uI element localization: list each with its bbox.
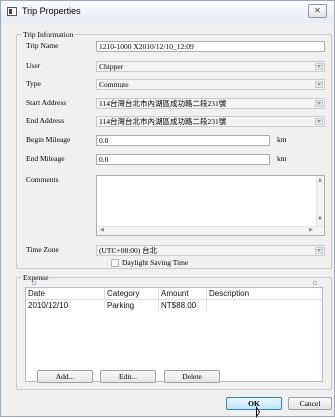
ok-button[interactable]: OK xyxy=(226,397,282,410)
column-header-description[interactable]: Description xyxy=(207,288,322,300)
begin-mileage-label: Begin Mileage xyxy=(26,135,71,144)
title-bar[interactable]: Trip Properties ✕ xyxy=(1,1,334,23)
comments-horizontal-scrollbar[interactable]: ◀ ▶ xyxy=(97,226,324,235)
daylight-saving-label[interactable]: Daylight Saving Time xyxy=(122,257,188,268)
scroll-right-icon[interactable]: ▶ xyxy=(309,228,313,233)
user-value: Chipper xyxy=(99,62,124,71)
user-label: User xyxy=(26,61,41,70)
trip-information-legend: Trip Information xyxy=(22,29,75,40)
start-address-label: Start Address xyxy=(26,98,67,107)
end-address-label: End Address xyxy=(26,116,65,125)
cell-date: 2010/12/10 xyxy=(26,300,105,311)
mouse-pointer-icon xyxy=(256,406,260,418)
comments-label: Comments xyxy=(26,175,59,184)
start-address-select[interactable]: 114台灣台北市內湖區成功路二段231號 xyxy=(96,98,325,109)
begin-mileage-unit: km xyxy=(277,135,287,144)
delete-expense-button[interactable]: Delete xyxy=(164,370,220,383)
add-expense-button[interactable]: Add... xyxy=(37,370,93,383)
edit-expense-button[interactable]: Edit... xyxy=(100,370,156,383)
end-address-value: 114台灣台北市內湖區成功路二段231號 xyxy=(99,117,227,126)
expense-table[interactable]: Date Category Amount Description 2010/12… xyxy=(25,287,323,382)
scroll-down-icon[interactable]: ▼ xyxy=(318,217,322,222)
time-zone-value: (UTC+08:00) 台北 xyxy=(99,246,158,255)
column-header-date[interactable]: Date xyxy=(26,288,105,300)
type-value: Commute xyxy=(99,80,129,89)
time-zone-select[interactable]: (UTC+08:00) 台北 xyxy=(96,245,325,256)
chevron-down-icon[interactable] xyxy=(315,100,323,107)
expense-tick-right xyxy=(313,281,317,285)
end-mileage-unit: km xyxy=(277,154,287,163)
comments-vertical-scrollbar[interactable]: ▲ ▼ xyxy=(316,176,324,227)
scroll-up-icon[interactable]: ▲ xyxy=(318,178,322,183)
scroll-left-icon[interactable]: ◀ xyxy=(100,228,104,233)
cell-description xyxy=(207,300,322,311)
end-mileage-field[interactable]: 0.0 xyxy=(96,154,270,165)
cell-category: Parking xyxy=(105,300,159,311)
trip-name-field[interactable]: 1210-1000 X2010/12/10_12:09 xyxy=(96,41,325,52)
app-window-icon xyxy=(7,7,17,16)
chevron-down-icon[interactable] xyxy=(315,63,323,70)
column-header-amount[interactable]: Amount xyxy=(159,288,207,300)
end-address-select[interactable]: 114台灣台北市內湖區成功路二段231號 xyxy=(96,116,325,127)
type-label: Type xyxy=(26,79,41,88)
chevron-down-icon[interactable] xyxy=(315,118,323,125)
window-title: Trip Properties xyxy=(22,6,81,16)
trip-name-label: Trip Name xyxy=(26,41,59,50)
expense-tick-left xyxy=(32,281,36,285)
close-button[interactable]: ✕ xyxy=(308,4,327,18)
type-select[interactable]: Commute xyxy=(96,79,325,90)
comments-textarea[interactable]: ▲ ▼ ◀ ▶ xyxy=(96,175,325,236)
user-select[interactable]: Chipper xyxy=(96,61,325,72)
column-header-category[interactable]: Category xyxy=(105,288,159,300)
start-address-value: 114台灣台北市內湖區成功路二段231號 xyxy=(99,99,227,108)
time-zone-label: Time Zone xyxy=(26,245,59,254)
trip-properties-dialog: Trip Properties ✕ Trip Information Trip … xyxy=(0,0,335,418)
cancel-button[interactable]: Cancel xyxy=(288,397,332,410)
end-mileage-label: End Mileage xyxy=(26,154,65,163)
chevron-down-icon[interactable] xyxy=(315,81,323,88)
cell-amount: NT$88.00 xyxy=(159,300,207,311)
begin-mileage-field[interactable]: 0.0 xyxy=(96,135,270,146)
chevron-down-icon[interactable] xyxy=(315,247,323,254)
daylight-saving-checkbox[interactable] xyxy=(111,259,119,267)
